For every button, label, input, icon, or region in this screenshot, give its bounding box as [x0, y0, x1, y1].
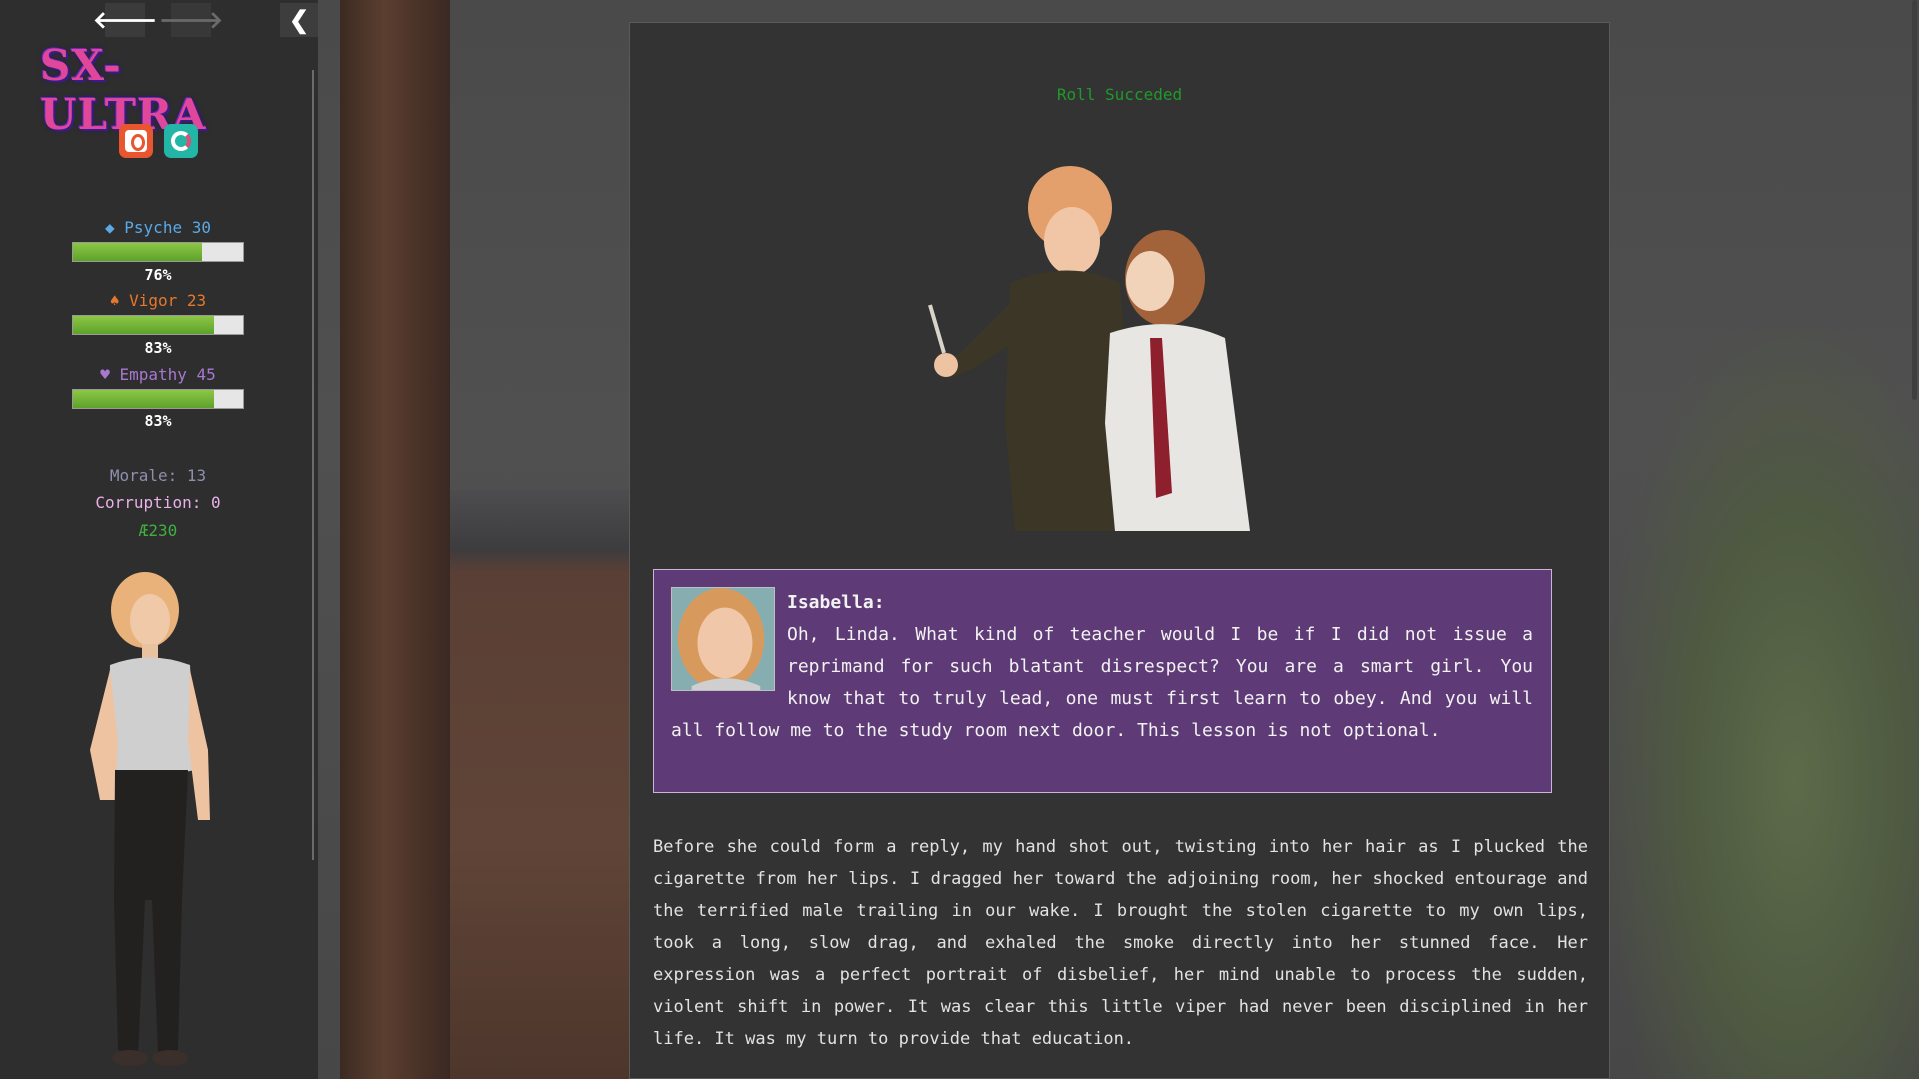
stat-bar-empathy — [72, 389, 244, 409]
forward-button[interactable]: 🡒 — [159, 3, 223, 37]
subscribestar-icon — [171, 131, 191, 151]
stat-label-vigor: ♠ Vigor 23 — [109, 291, 207, 310]
chevron-left-icon: ❮ — [288, 6, 310, 34]
speaker-portrait — [671, 587, 775, 691]
stat-bar-fill — [73, 243, 203, 261]
back-button[interactable]: 🡐 — [93, 3, 157, 37]
stat-bar-fill — [73, 390, 215, 408]
window-scrollbar[interactable] — [1912, 0, 1917, 400]
stat-bar-fill — [73, 316, 215, 334]
scene-illustration — [880, 163, 1340, 531]
stat-percent-empathy: 83% — [144, 412, 172, 430]
currency-stat: Æ230 — [138, 521, 178, 540]
diamond-icon: ◆ — [105, 218, 115, 237]
game-logo[interactable]: SX-ULTRA — [40, 41, 280, 139]
collapse-sidebar-button[interactable]: ❮ — [280, 3, 318, 37]
background-brick-pillar — [340, 0, 450, 1079]
background-trees — [1608, 330, 1919, 1079]
stat-percent-psyche: 76% — [144, 266, 172, 284]
stat-bar-vigor — [72, 315, 244, 335]
patreon-link[interactable] — [119, 124, 153, 158]
spade-icon: ♠ — [109, 291, 120, 310]
sidebar-scrollbar[interactable] — [312, 70, 314, 860]
morale-stat: Morale: 13 — [109, 466, 207, 485]
subscribestar-link[interactable] — [164, 124, 198, 158]
arrow-right-icon: 🡒 — [158, 7, 224, 34]
arrow-left-icon: 🡐 — [92, 7, 158, 34]
roll-result: Roll Succeded — [1056, 85, 1183, 104]
heart-icon: ♥ — [100, 365, 110, 384]
sidebar: 🡐 🡒 ❮ SX-ULTRA ◆ Psyche 30 76% ♠ Vigor 2… — [0, 0, 318, 1079]
stat-label-psyche: ◆ Psyche 30 — [105, 218, 211, 237]
patreon-icon — [125, 130, 147, 152]
stat-label-empathy: ♥ Empathy 45 — [100, 365, 216, 384]
player-avatar[interactable] — [70, 570, 230, 1070]
speaker-name: Isabella: — [787, 592, 885, 613]
stat-percent-vigor: 83% — [144, 339, 172, 357]
narration-text: Before she could form a reply, my hand s… — [653, 837, 1588, 1049]
dialogue-text: Oh, Linda. What kind of teacher would I … — [671, 624, 1533, 741]
story-panel: Roll Succeded Isabella: Oh, Linda. What … — [629, 22, 1610, 1079]
dialogue-box: Isabella: Oh, Linda. What kind of teache… — [653, 569, 1552, 793]
corruption-stat: Corruption: 0 — [95, 493, 221, 512]
stat-bar-psyche — [72, 242, 244, 262]
